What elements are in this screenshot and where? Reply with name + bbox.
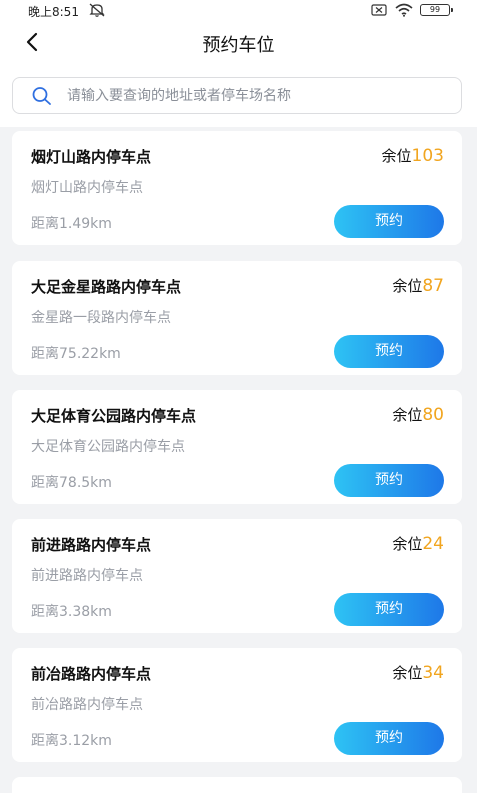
parking-card-partial[interactable]: [12, 777, 462, 793]
lot-address: 烟灯山路内停车点: [31, 180, 143, 196]
reserve-button[interactable]: 预约: [334, 464, 444, 497]
parking-card[interactable]: 大足金星路路内停车点 金星路一段路内停车点 距离75.22km 余位87 预约: [12, 261, 462, 375]
status-bar: 晚上8:51 99: [0, 0, 477, 22]
header-area: 晚上8:51 99 预约车位: [0, 0, 477, 127]
reserve-button[interactable]: 预约: [334, 593, 444, 626]
page-title: 预约车位: [202, 35, 275, 56]
lot-name: 前进路路内停车点: [31, 536, 152, 554]
status-time: 晚上8:51: [28, 5, 79, 19]
search-bar[interactable]: [12, 77, 462, 114]
spare-label: 余位: [392, 277, 423, 295]
lot-name: 大足体育公园路内停车点: [31, 407, 197, 425]
spare-spots: 余位80: [392, 404, 444, 425]
lot-distance: 距离3.12km: [31, 733, 112, 749]
wifi-icon: [395, 3, 413, 17]
lot-distance: 距离75.22km: [31, 346, 121, 362]
lot-address: 前进路路内停车点: [31, 568, 143, 584]
reserve-button[interactable]: 预约: [334, 205, 444, 238]
lot-address: 金星路一段路内停车点: [31, 310, 171, 326]
battery-icon: 99: [420, 4, 453, 16]
sim-icon: [371, 4, 387, 16]
spare-spots: 余位24: [392, 533, 444, 554]
reserve-button[interactable]: 预约: [334, 335, 444, 368]
search-icon: [32, 87, 51, 105]
spare-spots: 余位34: [392, 662, 444, 683]
lot-address: 前冶路路内停车点: [31, 697, 143, 713]
lot-name: 前冶路路内停车点: [31, 665, 152, 683]
lot-address: 大足体育公园路内停车点: [31, 439, 185, 455]
spare-count: 103: [411, 146, 444, 166]
lot-name: 烟灯山路内停车点: [31, 148, 152, 166]
navbar: 预约车位: [0, 22, 477, 66]
reserve-button[interactable]: 预约: [334, 722, 444, 755]
parking-card[interactable]: 大足体育公园路内停车点 大足体育公园路内停车点 距离78.5km 余位80 预约: [12, 390, 462, 504]
spare-label: 余位: [392, 406, 423, 424]
parking-card[interactable]: 烟灯山路内停车点 烟灯山路内停车点 距离1.49km 余位103 预约: [12, 131, 462, 245]
spare-count: 34: [422, 663, 444, 683]
lot-name: 大足金星路路内停车点: [31, 278, 182, 296]
parking-card[interactable]: 前冶路路内停车点 前冶路路内停车点 距离3.12km 余位34 预约: [12, 648, 462, 762]
spare-label: 余位: [392, 535, 423, 553]
spare-spots: 余位87: [392, 275, 444, 296]
parking-card[interactable]: 前进路路内停车点 前进路路内停车点 距离3.38km 余位24 预约: [12, 519, 462, 633]
spare-count: 80: [422, 405, 444, 425]
lot-distance: 距离1.49km: [31, 216, 112, 232]
lot-distance: 距离78.5km: [31, 475, 112, 491]
spare-spots: 余位103: [382, 145, 444, 166]
lot-distance: 距离3.38km: [31, 604, 112, 620]
search-input[interactable]: [67, 84, 447, 108]
spare-label: 余位: [392, 664, 423, 682]
spare-label: 余位: [381, 147, 412, 165]
mute-icon: [89, 3, 105, 17]
spare-count: 87: [422, 276, 444, 296]
spare-count: 24: [422, 534, 444, 554]
